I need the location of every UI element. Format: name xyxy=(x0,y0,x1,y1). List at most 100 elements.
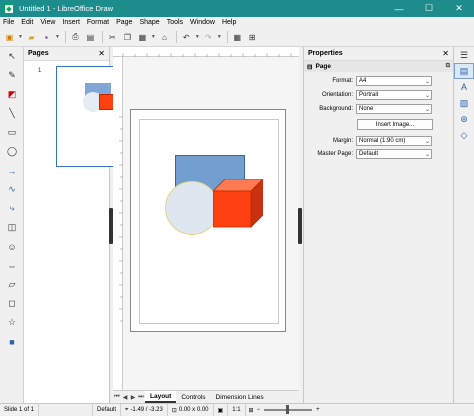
rectangle-tool-icon[interactable]: ▭ xyxy=(0,123,24,142)
orientation-row: Orientation: Portrait ⌄ xyxy=(304,89,454,100)
menu-edit[interactable]: Edit xyxy=(21,19,33,26)
document-modified-icon[interactable]: ▣ xyxy=(214,403,229,416)
paste-icon[interactable]: ▦ xyxy=(136,31,149,44)
master-page-select[interactable]: Default ⌄ xyxy=(356,148,432,159)
page-thumbnail-number: 1 xyxy=(38,68,42,74)
pages-pane: Pages ✕ 1 xyxy=(24,47,126,403)
fit-page-icon[interactable]: ⊞ xyxy=(249,407,254,414)
zoom-out-icon[interactable]: − xyxy=(257,407,261,413)
undo-icon[interactable]: ↶ xyxy=(180,31,193,44)
last-tab-icon[interactable]: ⏭ xyxy=(137,394,145,401)
open-folder-icon[interactable]: ▰ xyxy=(25,31,38,44)
menu-page[interactable]: Page xyxy=(116,19,132,26)
drawing-toolbar: ↖ ✎ ◩ ╲ ▭ ◯ → ∿ ⤷ ◫ ☺ ⇔ ▱ ◻ ☆ ■ xyxy=(0,47,24,403)
lines-arrows-icon[interactable]: → xyxy=(0,161,24,180)
size-icon: ⊡ xyxy=(171,407,177,414)
zoom-in-icon[interactable]: + xyxy=(316,407,320,413)
slide-count: Slide 1 of 1 xyxy=(0,403,40,416)
first-tab-icon[interactable]: ⏮ xyxy=(113,394,121,401)
margin-label: Margin: xyxy=(332,137,353,144)
background-select[interactable]: None ⌄ xyxy=(356,103,432,114)
copy-icon[interactable]: ❐ xyxy=(121,31,134,44)
minimize-button[interactable]: — xyxy=(384,0,414,17)
margin-select[interactable]: Normal (1.90 cm) ⌄ xyxy=(356,135,432,146)
margin-value: Normal (1.90 cm) xyxy=(359,137,406,144)
tab-dimension-lines[interactable]: Dimension Lines xyxy=(211,391,269,403)
menu-insert[interactable]: Insert xyxy=(62,19,80,26)
navigator-deck-icon[interactable]: ⊛ xyxy=(454,111,474,127)
line-tool-icon[interactable]: ╲ xyxy=(0,104,24,123)
block-arrows-icon[interactable]: ⇔ xyxy=(0,256,24,275)
previous-tab-icon[interactable]: ◀ xyxy=(121,394,129,401)
new-document-icon[interactable]: ▣ xyxy=(3,31,16,44)
flowchart-icon[interactable]: ▱ xyxy=(0,275,24,294)
connectors-icon[interactable]: ⤷ xyxy=(0,199,24,218)
close-button[interactable]: ✕ xyxy=(444,0,474,17)
toolbar-separator xyxy=(175,31,177,43)
vertical-ruler[interactable] xyxy=(113,57,123,390)
menu-tools[interactable]: Tools xyxy=(167,19,183,26)
styles-deck-icon[interactable]: A xyxy=(454,79,474,95)
menu-shape[interactable]: Shape xyxy=(139,19,159,26)
menu-help[interactable]: Help xyxy=(222,19,236,26)
menu-window[interactable]: Window xyxy=(190,19,215,26)
format-select[interactable]: A4 ⌄ xyxy=(356,75,432,86)
page-section-header[interactable]: ⊟ Page ⧉ xyxy=(304,61,453,72)
undo-dropdown-icon[interactable]: ▼ xyxy=(195,34,200,40)
insert-image-button[interactable]: Insert Image... xyxy=(357,119,433,130)
select-pointer-icon[interactable]: ↖ xyxy=(0,47,24,66)
menu-view[interactable]: View xyxy=(40,19,55,26)
orientation-select[interactable]: Portrait ⌄ xyxy=(356,89,432,100)
new-dropdown-icon[interactable]: ▼ xyxy=(18,34,23,40)
redo-dropdown-icon[interactable]: ▼ xyxy=(217,34,222,40)
properties-deck-icon[interactable]: ▤ xyxy=(454,63,474,79)
red-cube-shape[interactable] xyxy=(213,179,263,229)
gallery-deck-icon[interactable]: ▨ xyxy=(454,95,474,111)
more-options-icon[interactable]: ⧉ xyxy=(446,63,450,70)
zoom-slider[interactable] xyxy=(264,405,313,414)
master-page-value: Default xyxy=(359,150,379,157)
sidebar-collapse-handle[interactable] xyxy=(298,208,302,244)
print-icon[interactable]: ▤ xyxy=(84,31,97,44)
export-pdf-icon[interactable]: ⎙ xyxy=(69,31,82,44)
next-tab-icon[interactable]: ▶ xyxy=(129,394,137,401)
light-circle-shape[interactable] xyxy=(165,181,219,235)
shapes-deck-icon[interactable]: ◇ xyxy=(454,127,474,143)
toolbar-separator xyxy=(101,31,103,43)
ellipse-tool-icon[interactable]: ◯ xyxy=(0,142,24,161)
menu-file[interactable]: File xyxy=(3,19,14,26)
drawing-canvas[interactable] xyxy=(123,57,299,390)
helplines-icon[interactable]: ⊞ xyxy=(246,31,259,44)
fill-color-icon[interactable]: ◩ xyxy=(0,85,24,104)
deck-menu-icon[interactable]: ☰ xyxy=(454,47,474,63)
close-icon[interactable]: ✕ xyxy=(442,49,449,58)
curves-icon[interactable]: ∿ xyxy=(0,180,24,199)
basic-shapes-icon[interactable]: ◫ xyxy=(0,218,24,237)
drawing-page[interactable] xyxy=(130,109,286,332)
paste-dropdown-icon[interactable]: ▼ xyxy=(151,34,156,40)
callouts-icon[interactable]: ◻ xyxy=(0,294,24,313)
tab-controls[interactable]: Controls xyxy=(176,391,210,403)
menu-format[interactable]: Format xyxy=(87,19,109,26)
symbol-shapes-icon[interactable]: ☺ xyxy=(0,237,24,256)
background-row: Background: None ⌄ xyxy=(304,103,454,114)
layer-tab-bar: ⏮ ◀ ▶ ⏭ Layout Controls Dimension Lines xyxy=(113,390,299,403)
window-title: Untitled 1 - LibreOffice Draw xyxy=(19,4,114,13)
save-dropdown-icon[interactable]: ▼ xyxy=(55,34,60,40)
status-spacer xyxy=(39,403,94,416)
stars-icon[interactable]: ☆ xyxy=(0,313,24,332)
cursor-position-status: ⌖ -1.49 / -3.23 xyxy=(121,403,168,416)
close-icon[interactable]: ✕ xyxy=(98,49,105,58)
maximize-button[interactable]: ☐ xyxy=(414,0,444,17)
clone-formatting-icon[interactable]: ⌂ xyxy=(158,31,171,44)
tab-layout[interactable]: Layout xyxy=(145,391,177,403)
save-icon[interactable]: ▪ xyxy=(40,31,53,44)
redo-icon[interactable]: ↷ xyxy=(202,31,215,44)
grid-icon[interactable]: ▦ xyxy=(231,31,244,44)
3d-objects-icon[interactable]: ■ xyxy=(0,332,24,351)
line-color-icon[interactable]: ✎ xyxy=(0,66,24,85)
cut-icon[interactable]: ✂ xyxy=(106,31,119,44)
horizontal-ruler[interactable] xyxy=(113,47,299,57)
zoom-slider-knob[interactable] xyxy=(286,405,290,414)
master-page-status[interactable]: Default xyxy=(93,403,122,416)
